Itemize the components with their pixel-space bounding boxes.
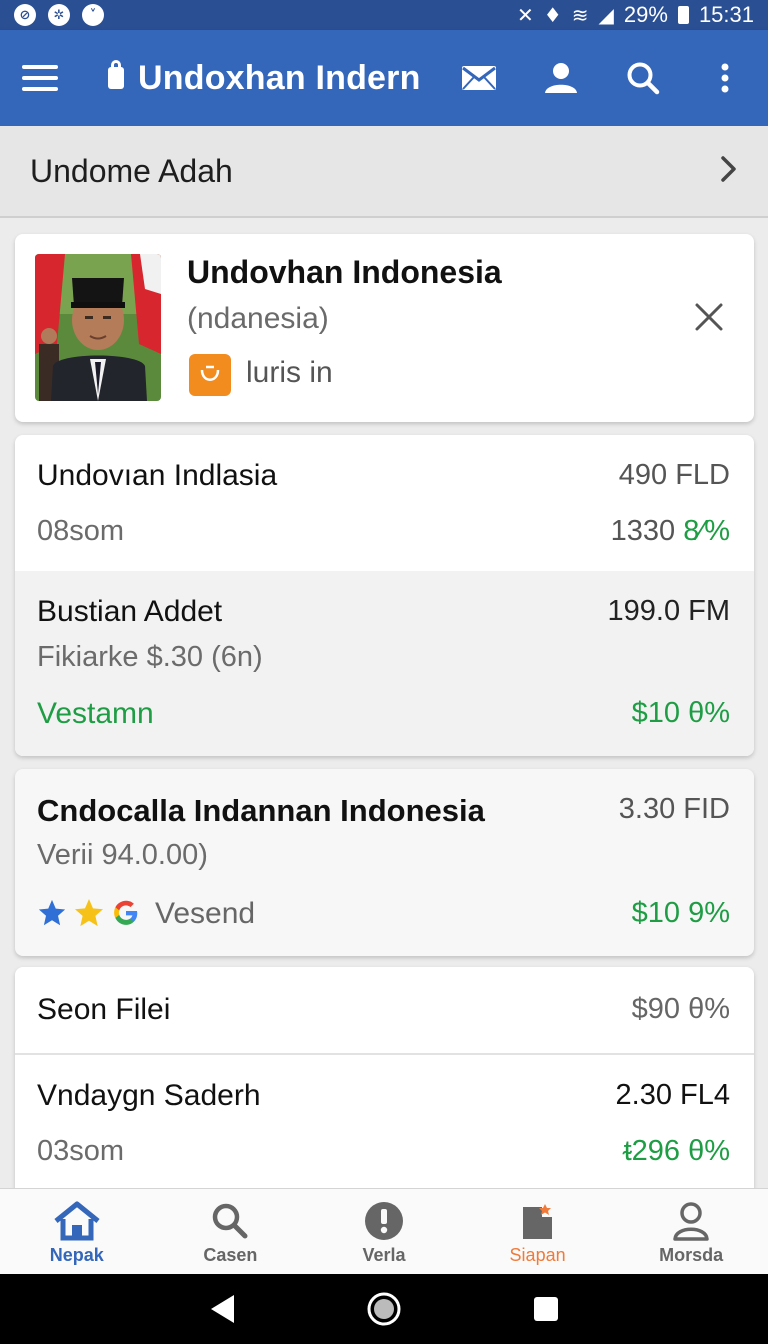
item-value: $90 θ%	[631, 993, 730, 1025]
mute-icon: ✕	[517, 3, 534, 27]
list-item[interactable]: Seon Filei $90 θ%	[15, 967, 754, 1053]
location-icon: ♦	[543, 3, 562, 27]
nav-item-search[interactable]: Casen	[154, 1189, 308, 1274]
status-bar: ⊘ ✲ ˅ ✕ ♦ ≋ ◢ 29% 15:31	[0, 0, 768, 30]
more-vert-icon[interactable]	[704, 57, 746, 99]
profile-badge-label: luris in	[246, 356, 333, 389]
listing-card[interactable]: Cndocalla Indannan Indonesia 3.30 FID Ve…	[15, 769, 754, 956]
item-title: Bustian Addet	[37, 595, 223, 628]
nav-item-documents[interactable]: Siapan	[461, 1189, 615, 1274]
item-subtitle: Verii 94.0.00)	[37, 839, 208, 871]
item-title: Vndaygn Saderh	[37, 1079, 261, 1112]
item-value: 199.0 FM	[607, 595, 731, 627]
search-icon[interactable]	[622, 57, 664, 99]
menu-icon[interactable]	[22, 65, 58, 91]
change-percent: 8⁄%	[683, 515, 730, 547]
item-subtitle: Fikiarke $.30 (6n)	[37, 641, 263, 673]
google-logo-icon	[114, 900, 138, 925]
bottom-navigation: Nepak Casen Verla Siapan Morsda	[0, 1188, 768, 1274]
profile-card[interactable]: Undovhan Indonesia (ndanesia) luris in	[15, 234, 754, 422]
brand-logo-icon	[189, 354, 231, 396]
signal-icon: ◢	[598, 3, 614, 27]
item-change: $10 9%	[631, 897, 730, 929]
nav-label: Siapan	[509, 1245, 566, 1265]
settings-circle-icon: ✲	[48, 4, 70, 26]
item-value: 490 FLD	[618, 459, 730, 491]
item-status: Vestamn	[37, 697, 154, 730]
profile-name: Undovhan Indonesia	[187, 254, 502, 290]
rating-icons	[37, 897, 141, 929]
app-bar: Undoxhan Indern	[0, 30, 768, 126]
item-change: $10 θ%	[631, 697, 730, 729]
star-icon	[38, 899, 66, 926]
nav-item-profile[interactable]: Morsda	[614, 1189, 768, 1274]
nav-label: Nepak	[49, 1245, 104, 1265]
nav-label: Verla	[362, 1245, 406, 1265]
item-value: 3.30 FID	[618, 793, 730, 825]
item-title: Seon Filei	[37, 993, 171, 1026]
item-title: Cndocalla Indannan Indonesia	[37, 793, 485, 828]
list-item[interactable]: Vndaygn Saderh 2.30 FL4 03som ᵵ296 θ%	[15, 1055, 754, 1197]
item-change: ᵵ296 θ%	[623, 1135, 730, 1167]
list-item[interactable]: Bustian Addet 199.0 FM Fikiarke $.30 (6n…	[15, 571, 754, 756]
change-number: 1330	[610, 515, 676, 547]
listing-card[interactable]: Seon Filei $90 θ% Vndaygn Saderh 2.30 FL…	[15, 967, 754, 1197]
down-circle-icon: ˅	[82, 4, 104, 26]
clock: 15:31	[698, 2, 754, 27]
recent-apps-icon[interactable]	[532, 1295, 560, 1323]
home-button-icon[interactable]	[366, 1291, 402, 1327]
app-title: Undoxhan Indern	[138, 58, 421, 97]
battery-percent: 29%	[623, 2, 668, 27]
mail-icon[interactable]	[458, 57, 500, 99]
item-subtitle: 03som	[37, 1135, 125, 1167]
nav-label: Casen	[203, 1245, 258, 1265]
item-label: Vesend	[155, 897, 256, 930]
wifi-icon: ≋	[571, 3, 589, 27]
profile-subtitle: (ndanesia)	[187, 302, 329, 335]
breadcrumb-label: Undome Adah	[30, 152, 233, 189]
check-circle-icon: ⊘	[14, 4, 36, 26]
lock-icon	[108, 60, 124, 89]
info-icon	[364, 1202, 403, 1240]
home-icon	[54, 1201, 100, 1241]
system-navigation-bar	[0, 1274, 768, 1344]
battery-icon	[677, 6, 689, 24]
nav-item-info[interactable]: Verla	[307, 1189, 461, 1274]
nav-label: Morsda	[659, 1245, 724, 1265]
avatar	[35, 254, 161, 401]
chevron-right-icon	[720, 155, 738, 188]
item-value: 2.30 FL4	[615, 1079, 730, 1111]
nav-item-home[interactable]: Nepak	[0, 1189, 154, 1274]
search-icon	[213, 1203, 248, 1239]
item-title: Undovıan Indlasia	[37, 459, 278, 492]
breadcrumb-row[interactable]: Undome Adah	[0, 126, 768, 218]
person-icon[interactable]	[540, 57, 582, 99]
close-icon[interactable]	[694, 302, 724, 337]
item-change: 1330 8⁄%	[611, 515, 730, 548]
back-icon[interactable]	[208, 1293, 236, 1325]
document-icon	[522, 1204, 552, 1239]
star-icon	[75, 899, 103, 927]
person-icon	[673, 1202, 709, 1241]
item-subtitle: 08som	[37, 515, 125, 547]
listing-card[interactable]: Undovıan Indlasia 490 FLD 08som 1330 8⁄%…	[15, 435, 754, 756]
